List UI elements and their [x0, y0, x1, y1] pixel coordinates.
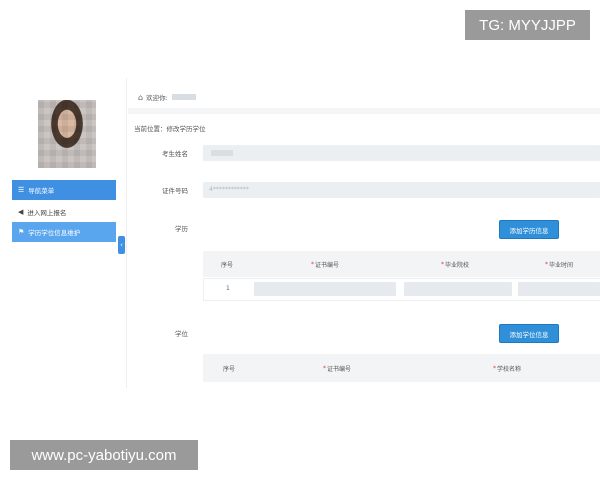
username-blurred: [171, 94, 196, 100]
sidebar-item-nav-menu[interactable]: ☰ 导航菜单: [12, 180, 116, 200]
welcome-bar: ⌂ 欢迎你:: [138, 92, 196, 102]
avatar: [38, 100, 96, 168]
sidebar-item-label: 进入网上报名: [27, 209, 67, 217]
watermark-top: TG: MYYJJPP: [465, 10, 590, 40]
education-table-header: 序号 * 证书编号 * 毕业院校 * 毕业时间: [203, 251, 600, 277]
graduate-school-input[interactable]: [404, 282, 512, 296]
breadcrumb: 当前位置：修改学历学位: [134, 125, 206, 133]
id-label: 证件号码: [162, 187, 188, 195]
column-header: * 证书编号: [311, 260, 340, 269]
column-header: 序号: [223, 365, 236, 373]
speaker-icon: ◀: [18, 208, 24, 216]
add-degree-button[interactable]: 添加学位信息: [499, 324, 559, 343]
education-label: 学历: [175, 225, 188, 233]
column-header: * 证书编号: [323, 364, 352, 373]
id-field[interactable]: 4************: [203, 182, 600, 198]
bank-icon: ⌂: [138, 92, 144, 102]
watermark-bottom: www.pc-yabotiyu.com: [10, 440, 198, 470]
name-value-blurred: [211, 150, 233, 156]
name-label: 考生姓名: [162, 150, 188, 158]
column-header: * 毕业时间: [545, 260, 574, 269]
name-field[interactable]: [203, 145, 600, 161]
column-header: 序号: [221, 261, 234, 269]
sidebar-item-online-registration[interactable]: ◀ 进入网上报名: [12, 202, 116, 222]
table-row: 1: [203, 278, 600, 301]
sidebar-divider: [126, 78, 127, 388]
column-header: * 毕业院校: [441, 260, 470, 269]
add-education-button[interactable]: 添加学历信息: [499, 220, 559, 239]
degree-table-header: 序号 * 证书编号 * 学校名称: [203, 354, 600, 382]
flag-icon: ⚑: [18, 228, 25, 236]
chevron-left-icon: ‹: [120, 241, 123, 249]
column-header: * 学校名称: [493, 364, 522, 373]
sidebar-collapse-handle[interactable]: ‹: [118, 236, 125, 254]
row-index: 1: [226, 285, 230, 292]
sidebar-item-label: 学历学位信息维护: [28, 229, 81, 237]
topbar-divider: [128, 108, 600, 114]
id-value: 4************: [209, 186, 249, 193]
graduation-date-input[interactable]: [518, 282, 600, 296]
certificate-number-input[interactable]: [254, 282, 396, 296]
sidebar-item-education-maintenance[interactable]: ⚑ 学历学位信息维护: [12, 222, 116, 242]
list-icon: ☰: [18, 186, 25, 194]
welcome-label: 欢迎你:: [146, 94, 168, 102]
sidebar-item-label: 导航菜单: [28, 187, 55, 195]
degree-label: 学位: [175, 330, 188, 338]
